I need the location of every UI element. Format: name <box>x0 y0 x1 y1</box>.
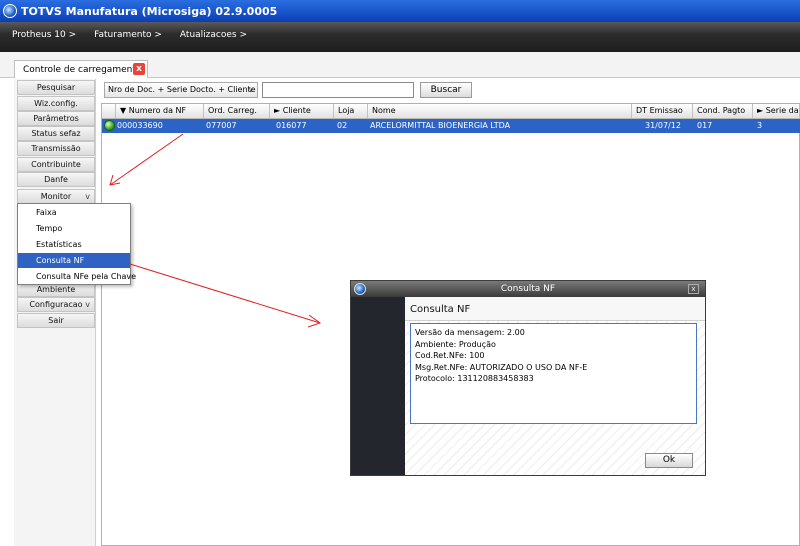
app-logo-icon <box>354 283 366 295</box>
column-header-dt-emissao[interactable]: DT Emissao <box>632 104 693 119</box>
menu-item-faixa[interactable]: Faixa <box>18 205 130 220</box>
result-line-cod-ret: Cod.Ret.NFe: 100 <box>415 351 485 360</box>
cell-cliente: 016077 <box>276 121 307 130</box>
result-line-ambiente: Ambiente: Produção <box>415 339 496 349</box>
sidebar-item-wiz-config[interactable]: Wiz.config. <box>17 96 95 111</box>
menu-item-consulta-nfe-chave[interactable]: Consulta NFe pela Chave <box>18 269 136 284</box>
tab-label: Controle de carregamento <box>23 64 142 75</box>
dialog-title: Consulta NF <box>351 281 705 297</box>
close-icon[interactable]: x <box>688 284 699 294</box>
cell-dt-emissao: 31/07/12 <box>645 121 681 130</box>
cell-ord-carreg: 077007 <box>206 121 237 130</box>
index-select[interactable]: Nro de Doc. + Serie Docto. + Cliente + L <box>104 82 258 98</box>
window-title: TOTVS Manufatura (Microsiga) 02.9.0005 <box>21 4 278 18</box>
cell-nome: ARCELORMITTAL BIOENERGIA LTDA <box>370 121 511 130</box>
sidebar-item-label: Monitor <box>40 192 72 201</box>
breadcrumb-item-atualizacoes[interactable]: Atualizacoes > <box>176 29 251 43</box>
column-header-loja[interactable]: Loja <box>334 104 368 119</box>
tab-controle-carregamento[interactable]: Controle de carregamento <box>14 60 148 78</box>
result-line-versao: Versão da mensagem: 2.00 <box>415 328 525 337</box>
cell-numero-nf: 000033690 <box>117 121 163 130</box>
sidebar-item-pesquisar[interactable]: Pesquisar <box>17 80 95 95</box>
dialog-heading: Consulta NF <box>410 304 471 315</box>
chevron-down-icon: v <box>85 192 90 201</box>
column-header-serie[interactable]: ► Serie da <box>753 104 800 119</box>
search-button[interactable]: Buscar <box>420 82 472 98</box>
cell-loja: 02 <box>337 121 348 130</box>
sidebar-item-danfe[interactable]: Danfe <box>17 172 95 187</box>
breadcrumb-item-faturamento[interactable]: Faturamento > <box>90 29 166 43</box>
column-header-label: Numero da NF <box>128 106 187 115</box>
result-line-msg-ret: Msg.Ret.NFe: AUTORIZADO O USO DA NF-E <box>415 362 588 372</box>
sidebar-item-parametros[interactable]: Parâmetros <box>17 111 95 126</box>
breadcrumb-item-protheus[interactable]: Protheus 10 > <box>8 29 80 43</box>
sidebar-item-sair[interactable]: Sair <box>17 313 95 328</box>
sidebar-item-status-sefaz[interactable]: Status sefaz <box>17 126 95 141</box>
window-titlebar: TOTVS Manufatura (Microsiga) 02.9.0005 <box>0 0 800 22</box>
result-textbox[interactable]: Versão da mensagem: 2.00 Ambiente: Produ… <box>410 323 697 424</box>
column-header-nome[interactable]: Nome <box>368 104 632 119</box>
tab-close-icon[interactable]: x <box>133 63 145 75</box>
cell-cond-pagto: 017 <box>697 121 713 130</box>
grid-corner <box>102 104 116 119</box>
column-header-cond-pagto[interactable]: Cond. Pagto <box>693 104 753 119</box>
menu-item-tempo[interactable]: Tempo <box>18 221 130 236</box>
column-header-label: Cliente <box>282 106 311 115</box>
search-input[interactable] <box>262 82 414 98</box>
sidebar-item-contribuinte[interactable]: Contribuinte <box>17 157 95 172</box>
column-header-ord-carreg[interactable]: Ord. Carreg. <box>204 104 270 119</box>
status-green-icon <box>104 120 115 131</box>
menu-item-consulta-nf[interactable]: Consulta NF <box>18 253 130 268</box>
chevron-down-icon: v <box>85 300 90 309</box>
menu-item-estatisticas[interactable]: Estatísticas <box>18 237 130 252</box>
sidebar-item-configuracao[interactable]: Configuracao v <box>17 297 95 312</box>
sidebar-item-label: Configuracao <box>29 300 83 309</box>
column-header-cliente[interactable]: ► Cliente <box>270 104 334 119</box>
dialog-side-panel <box>351 297 405 475</box>
ok-button[interactable]: Ok <box>645 453 693 468</box>
cell-serie: 3 <box>757 121 763 130</box>
column-header-label: Serie da <box>765 106 799 115</box>
sidebar-item-transmissao[interactable]: Transmissão <box>17 141 95 156</box>
column-header-numero-nf[interactable]: ▼ Numero da NF <box>116 104 204 119</box>
app-logo-icon <box>3 4 17 18</box>
sidebar-item-monitor[interactable]: Monitor v <box>17 189 95 204</box>
chevron-down-icon[interactable]: v <box>245 83 257 97</box>
result-line-protocolo: Protocolo: 131120883458383 <box>415 374 534 383</box>
breadcrumb: Protheus 10 > Faturamento > Atualizacoes… <box>8 29 251 43</box>
